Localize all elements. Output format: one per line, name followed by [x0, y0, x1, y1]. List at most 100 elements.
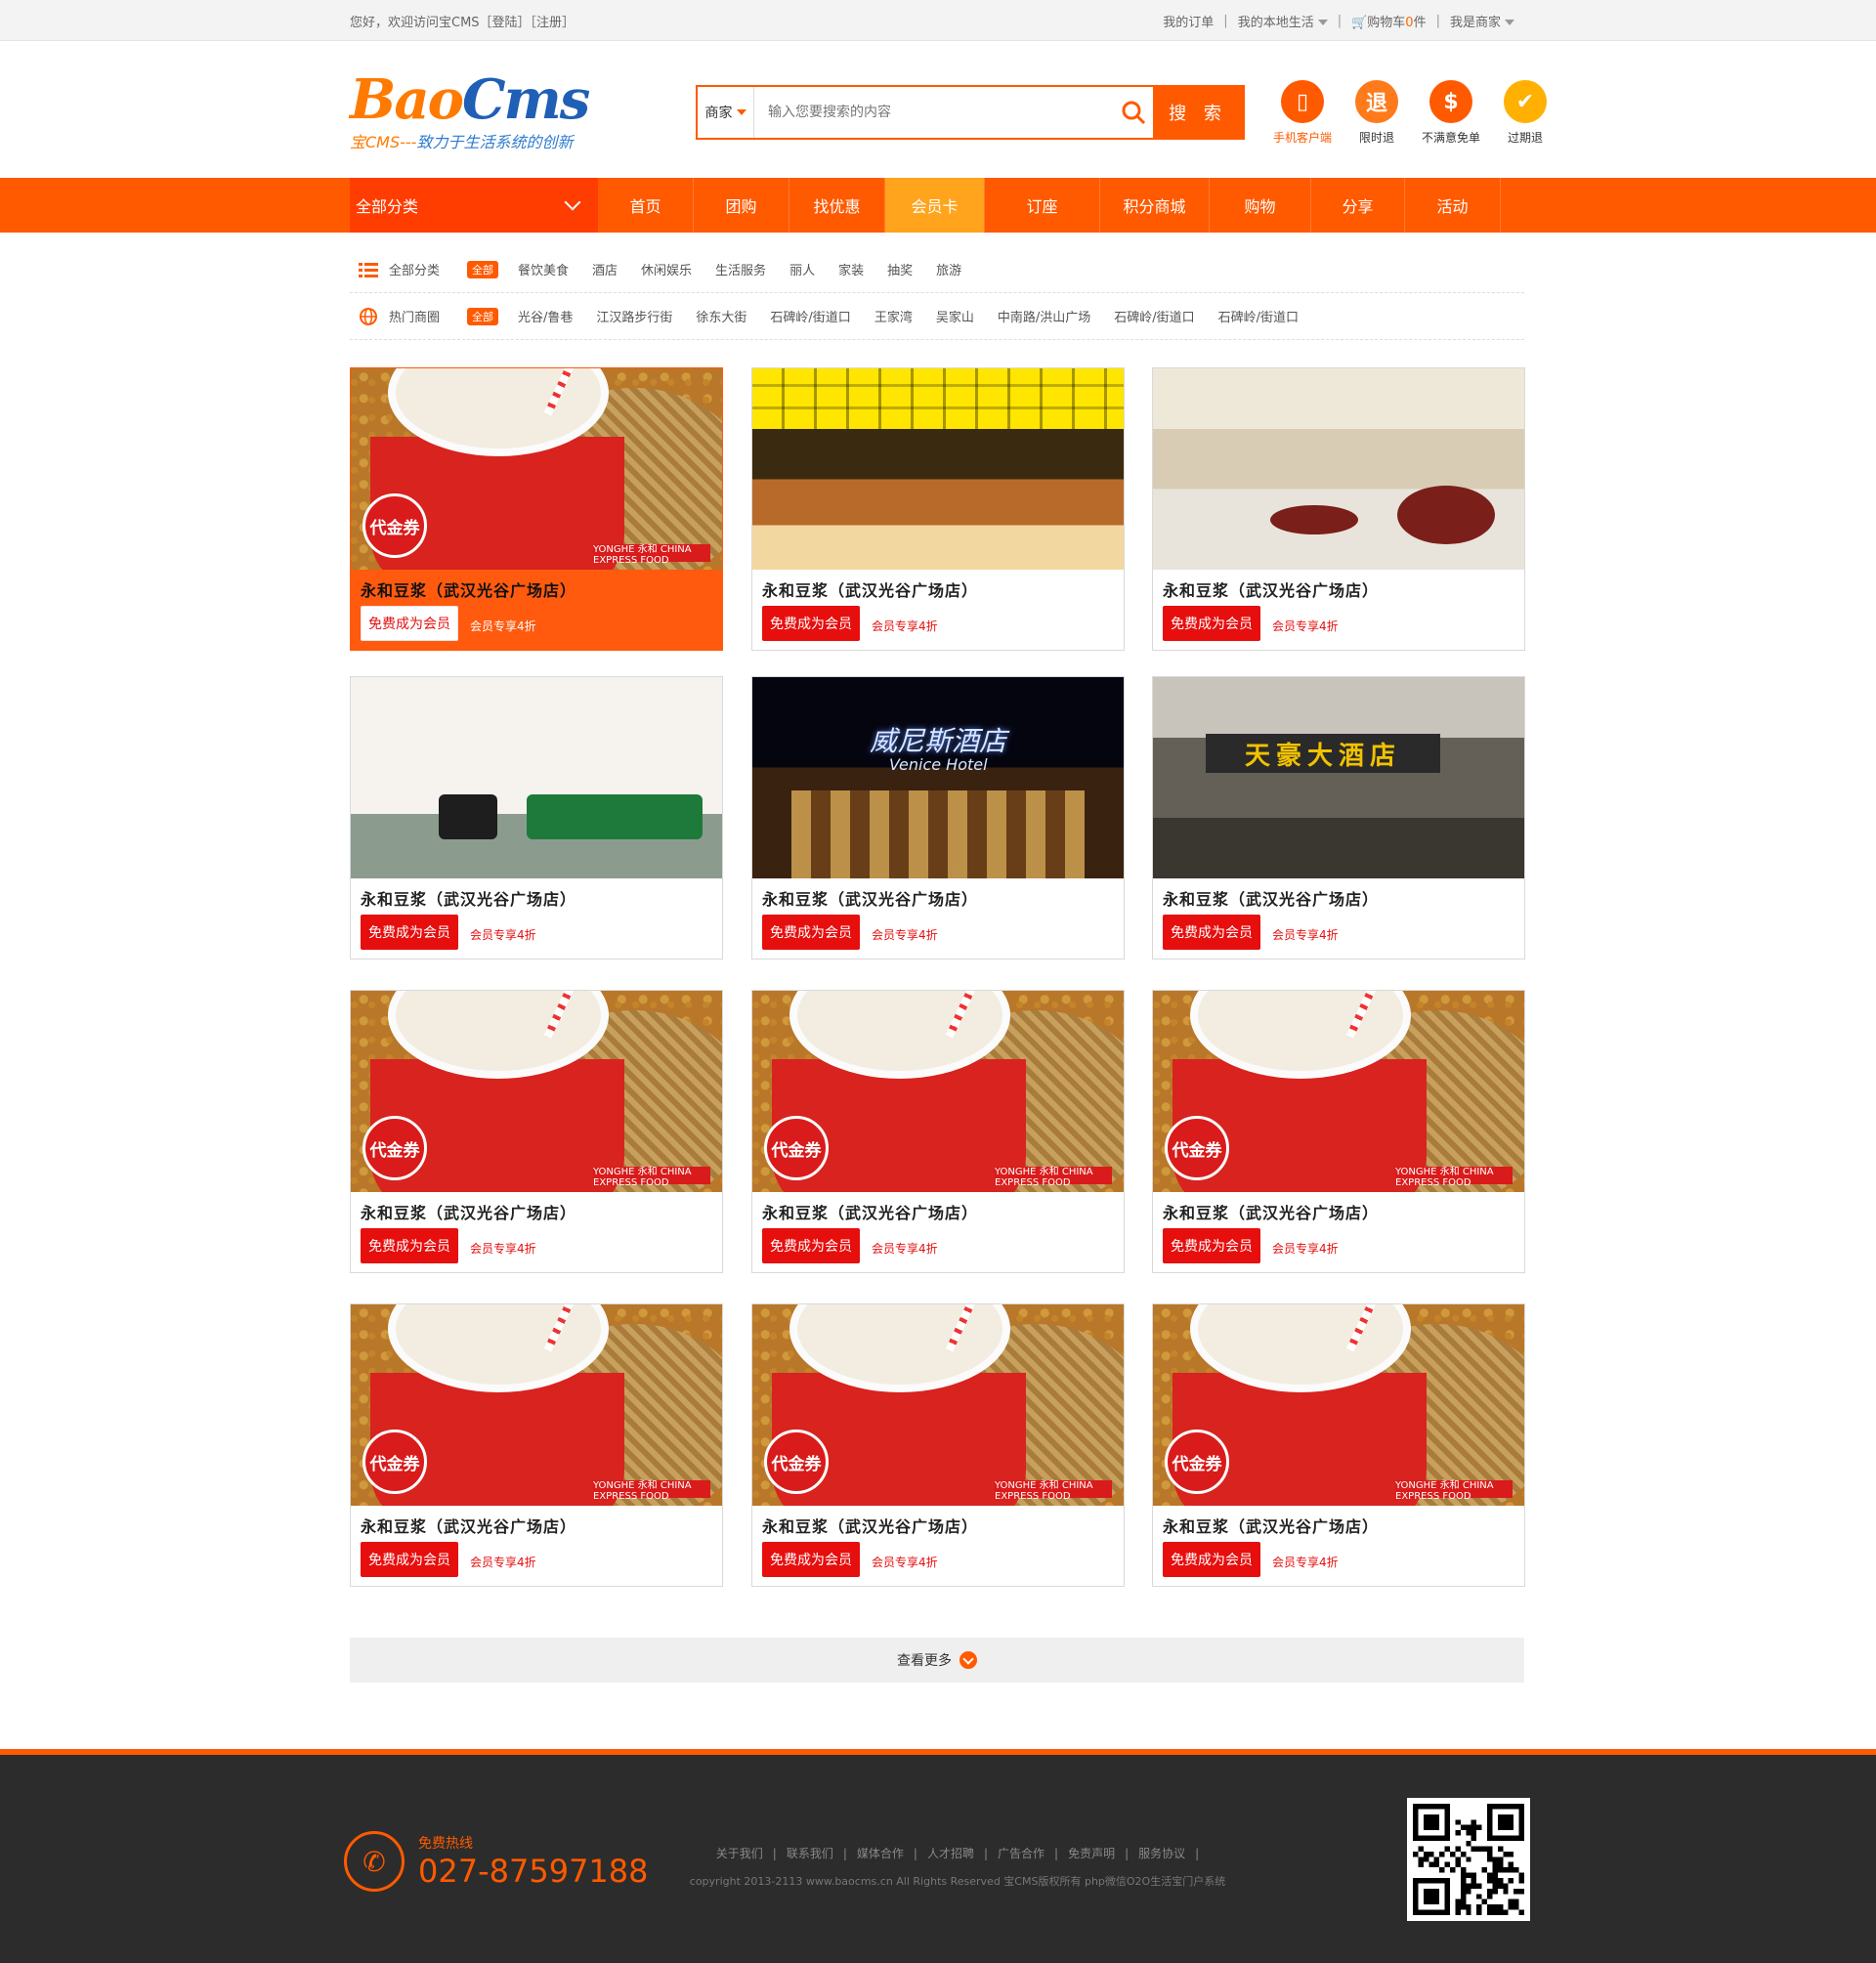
- join-member-button[interactable]: 免费成为会员: [361, 1542, 458, 1577]
- merchant-card[interactable]: 代金券 YONGHE 永和 CHINA EXPRESS FOOD 永和豆浆（武汉光谷…: [350, 367, 723, 651]
- category-option[interactable]: 休闲娱乐: [641, 260, 692, 278]
- nav-item-8[interactable]: 活动: [1405, 178, 1501, 233]
- category-option[interactable]: 旅游: [936, 260, 961, 278]
- feature-check[interactable]: ✔ 过期退: [1495, 80, 1556, 146]
- nav-item-1[interactable]: 团购: [694, 178, 789, 233]
- area-option[interactable]: 石碑岭/街道口: [770, 307, 850, 325]
- area-all-tag[interactable]: 全部: [467, 307, 498, 325]
- category-option[interactable]: 丽人: [789, 260, 815, 278]
- search-button[interactable]: 搜 索: [1153, 87, 1243, 138]
- merchant-card[interactable]: 代金券 YONGHE 永和 CHINA EXPRESS FOOD 永和豆浆（武汉光谷…: [350, 1303, 723, 1587]
- load-more-button[interactable]: 查看更多: [350, 1638, 1524, 1683]
- card-image[interactable]: [351, 677, 722, 878]
- footer-link[interactable]: 免责声明: [1068, 1847, 1115, 1860]
- nav-item-6[interactable]: 购物: [1210, 178, 1311, 233]
- merchant-card[interactable]: 永和豆浆（武汉光谷广场店） 免费成为会员 会员专享4折: [1152, 367, 1525, 651]
- nav-item-4[interactable]: 订座: [985, 178, 1100, 233]
- area-option[interactable]: 王家湾: [874, 307, 913, 325]
- all-categories-menu[interactable]: 全部分类: [350, 178, 598, 233]
- join-member-button[interactable]: 免费成为会员: [361, 915, 458, 950]
- welcome-text[interactable]: 您好，欢迎访问宝CMS［登陆］［注册］: [350, 12, 575, 30]
- card-title[interactable]: 永和豆浆（武汉光谷广场店）: [361, 886, 576, 910]
- category-option[interactable]: 家装: [838, 260, 864, 278]
- join-member-button[interactable]: 免费成为会员: [1163, 915, 1260, 950]
- cart-link[interactable]: 🛒购物车0件: [1342, 12, 1436, 30]
- card-title[interactable]: 永和豆浆（武汉光谷广场店）: [361, 577, 576, 601]
- area-option[interactable]: 江汉路步行街: [596, 307, 672, 325]
- search-icon[interactable]: [1114, 87, 1153, 138]
- footer-link[interactable]: 关于我们: [716, 1847, 763, 1860]
- footer-link[interactable]: 人才招聘: [927, 1847, 974, 1860]
- card-image[interactable]: [1153, 368, 1524, 570]
- feature-dollar[interactable]: $ 不满意免单: [1421, 80, 1481, 146]
- nav-item-2[interactable]: 找优惠: [789, 178, 885, 233]
- join-member-button[interactable]: 免费成为会员: [361, 1228, 458, 1263]
- category-option[interactable]: 生活服务: [715, 260, 766, 278]
- nav-item-7[interactable]: 分享: [1311, 178, 1405, 233]
- footer-link[interactable]: 联系我们: [787, 1847, 833, 1860]
- nav-item-0[interactable]: 首页: [598, 178, 694, 233]
- local-life-menu[interactable]: 我的本地生活: [1228, 12, 1338, 30]
- card-title[interactable]: 永和豆浆（武汉光谷广场店）: [762, 1200, 978, 1223]
- card-image[interactable]: 代金券 YONGHE 永和 CHINA EXPRESS FOOD: [351, 368, 722, 570]
- join-member-button[interactable]: 免费成为会员: [361, 606, 458, 641]
- merchant-card[interactable]: 代金券 YONGHE 永和 CHINA EXPRESS FOOD 永和豆浆（武汉光谷…: [1152, 990, 1525, 1273]
- merchant-card[interactable]: 永和豆浆（武汉光谷广场店） 免费成为会员 会员专享4折: [350, 676, 723, 960]
- join-member-button[interactable]: 免费成为会员: [762, 606, 860, 641]
- merchant-card[interactable]: 代金券 YONGHE 永和 CHINA EXPRESS FOOD 永和豆浆（武汉光谷…: [350, 990, 723, 1273]
- search-scope-select[interactable]: 商家: [698, 87, 754, 138]
- merchant-menu[interactable]: 我是商家: [1440, 12, 1524, 30]
- area-option[interactable]: 中南路/洪山广场: [998, 307, 1090, 325]
- merchant-card[interactable]: 代金券 YONGHE 永和 CHINA EXPRESS FOOD 永和豆浆（武汉光谷…: [1152, 1303, 1525, 1587]
- area-option[interactable]: 石碑岭/街道口: [1114, 307, 1194, 325]
- card-title[interactable]: 永和豆浆（武汉光谷广场店）: [762, 577, 978, 601]
- my-orders-link[interactable]: 我的订单: [1153, 12, 1223, 30]
- footer-link[interactable]: 服务协议: [1138, 1847, 1185, 1860]
- card-image[interactable]: 天豪大酒店: [1153, 677, 1524, 878]
- category-option[interactable]: 酒店: [592, 260, 618, 278]
- area-option[interactable]: 光谷/鲁巷: [518, 307, 573, 325]
- join-member-button[interactable]: 免费成为会员: [762, 1542, 860, 1577]
- join-member-button[interactable]: 免费成为会员: [762, 915, 860, 950]
- card-title[interactable]: 永和豆浆（武汉光谷广场店）: [1163, 886, 1379, 910]
- card-title[interactable]: 永和豆浆（武汉光谷广场店）: [762, 886, 978, 910]
- category-all-tag[interactable]: 全部: [467, 260, 498, 278]
- card-image[interactable]: 代金券 YONGHE 永和 CHINA EXPRESS FOOD: [1153, 1304, 1524, 1506]
- card-image[interactable]: 代金券 YONGHE 永和 CHINA EXPRESS FOOD: [351, 1304, 722, 1506]
- merchant-card[interactable]: 永和豆浆（武汉光谷广场店） 免费成为会员 会员专享4折: [751, 367, 1125, 651]
- card-title[interactable]: 永和豆浆（武汉光谷广场店）: [361, 1514, 576, 1537]
- area-option[interactable]: 石碑岭/街道口: [1218, 307, 1299, 325]
- card-title[interactable]: 永和豆浆（武汉光谷广场店）: [361, 1200, 576, 1223]
- card-image[interactable]: 威尼斯酒店 Venice Hotel: [752, 677, 1124, 878]
- card-title[interactable]: 永和豆浆（武汉光谷广场店）: [1163, 1200, 1379, 1223]
- card-title[interactable]: 永和豆浆（武汉光谷广场店）: [1163, 577, 1379, 601]
- card-title[interactable]: 永和豆浆（武汉光谷广场店）: [1163, 1514, 1379, 1537]
- join-member-button[interactable]: 免费成为会员: [762, 1228, 860, 1263]
- card-image[interactable]: 代金券 YONGHE 永和 CHINA EXPRESS FOOD: [351, 991, 722, 1192]
- join-member-button[interactable]: 免费成为会员: [1163, 1228, 1260, 1263]
- merchant-card[interactable]: 代金券 YONGHE 永和 CHINA EXPRESS FOOD 永和豆浆（武汉光谷…: [751, 1303, 1125, 1587]
- footer-link[interactable]: 媒体合作: [857, 1847, 904, 1860]
- category-option[interactable]: 抽奖: [887, 260, 913, 278]
- card-title[interactable]: 永和豆浆（武汉光谷广场店）: [762, 1514, 978, 1537]
- nav-item-3[interactable]: 会员卡: [885, 178, 985, 233]
- nav-item-5[interactable]: 积分商城: [1100, 178, 1210, 233]
- area-option[interactable]: 吴家山: [936, 307, 974, 325]
- area-option[interactable]: 徐东大街: [696, 307, 746, 325]
- merchant-card[interactable]: 天豪大酒店 永和豆浆（武汉光谷广场店） 免费成为会员 会员专享4折: [1152, 676, 1525, 960]
- merchant-card[interactable]: 威尼斯酒店 Venice Hotel 永和豆浆（武汉光谷广场店） 免费成为会员 会员专享…: [751, 676, 1125, 960]
- cart-unit: 件: [1413, 15, 1427, 30]
- footer-link[interactable]: 广告合作: [998, 1847, 1045, 1860]
- join-member-button[interactable]: 免费成为会员: [1163, 1542, 1260, 1577]
- card-image[interactable]: [752, 368, 1124, 570]
- join-member-button[interactable]: 免费成为会员: [1163, 606, 1260, 641]
- card-image[interactable]: 代金券 YONGHE 永和 CHINA EXPRESS FOOD: [752, 1304, 1124, 1506]
- merchant-card[interactable]: 代金券 YONGHE 永和 CHINA EXPRESS FOOD 永和豆浆（武汉光谷…: [751, 990, 1125, 1273]
- site-logo[interactable]: BaoCms 宝CMS---致力于生活系统的创新: [350, 68, 604, 156]
- search-input[interactable]: [754, 87, 1114, 138]
- feature-mobile[interactable]: ▯ 手机客户端: [1272, 80, 1333, 146]
- category-option[interactable]: 餐饮美食: [518, 260, 569, 278]
- card-image[interactable]: 代金券 YONGHE 永和 CHINA EXPRESS FOOD: [1153, 991, 1524, 1192]
- feature-refund[interactable]: 退限时退: [1346, 80, 1407, 146]
- card-image[interactable]: 代金券 YONGHE 永和 CHINA EXPRESS FOOD: [752, 991, 1124, 1192]
